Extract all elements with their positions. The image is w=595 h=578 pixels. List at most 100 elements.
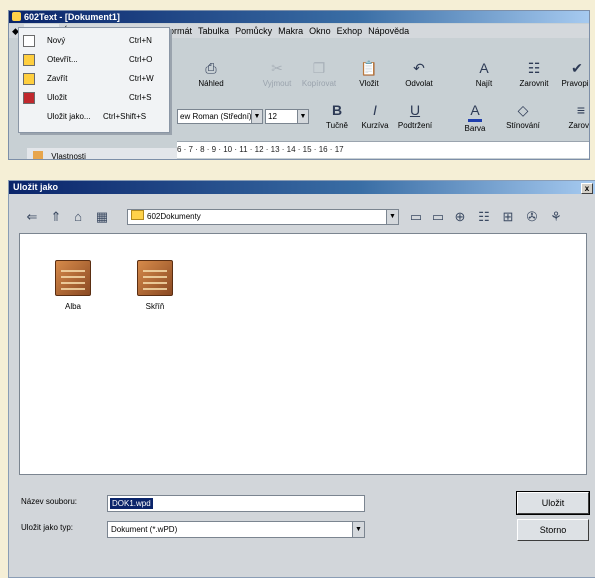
chevron-down-icon: ▼ — [251, 110, 262, 123]
columns-icon: ☷ — [527, 60, 541, 76]
italic-icon: I — [373, 102, 377, 118]
properties-view-icon[interactable]: ⊞ — [499, 209, 517, 225]
format-toolbar: ew Roman (Střední) ▼ 12 ▼ B Tučně I Kurzíva U P… — [177, 97, 589, 141]
close-document-icon — [23, 73, 35, 85]
toolbar-label: Stínování — [506, 121, 540, 130]
filename-value: DOK1.wpd — [110, 498, 153, 509]
file-menu-item-shortcut: Ctrl+W — [129, 74, 154, 83]
dialog-title: Uložit jako — [13, 182, 59, 192]
toolbar-label: Pravopis — [561, 79, 590, 88]
file-item-skrin[interactable]: Skříň — [130, 260, 180, 311]
file-menu-item-label: Uložit jako... — [47, 112, 91, 121]
undo-icon: ↶ — [413, 60, 425, 76]
underline-button[interactable]: U Podtržení — [395, 101, 435, 130]
preview-icon: ⎙ — [205, 60, 217, 76]
toolbar-label: Vložit — [359, 79, 379, 88]
file-menu-item[interactable]: Nový Ctrl+N — [19, 32, 169, 49]
shading-button[interactable]: ◇ Stínování — [503, 101, 543, 130]
toolbar-label: Tučně — [326, 121, 348, 130]
details-view-icon[interactable]: ☷ — [475, 209, 493, 225]
toolbar-label: Barva — [464, 124, 486, 133]
scissors-button[interactable]: ✂ Vyjmout — [255, 59, 299, 88]
italic-button[interactable]: I Kurzíva — [355, 101, 395, 130]
preview-view-icon[interactable]: ✇ — [523, 209, 541, 225]
cancel-button[interactable]: Storno — [517, 519, 589, 541]
toolbar-label: Zarovnit — [519, 79, 549, 88]
toolbar-label: Zarovn — [568, 121, 589, 130]
font-size-select[interactable]: 12 ▼ — [265, 109, 309, 124]
menu-makra[interactable]: Makra — [275, 24, 306, 38]
close-icon[interactable]: x — [581, 183, 593, 194]
new-document-icon — [23, 35, 35, 47]
file-item-alba[interactable]: Alba — [48, 260, 98, 311]
menu-okno[interactable]: Okno — [306, 24, 334, 38]
dialog-title-bar: Uložit jako x — [9, 181, 595, 194]
back-icon[interactable]: ⇐ — [23, 209, 41, 225]
save-button[interactable]: Uložit — [516, 491, 590, 515]
menu-exhop[interactable]: Exhop — [334, 24, 366, 38]
up-folder-icon[interactable]: ⇑ — [47, 209, 65, 225]
file-menu-item-label: Uložit — [47, 93, 68, 102]
undo-button[interactable]: ↶ Odvolat — [397, 59, 441, 88]
file-menu-item[interactable]: Uložit jako... Ctrl+Shift+S — [19, 108, 169, 125]
app-title-bar: 602Text - [Dokument1] — [9, 11, 589, 23]
paste-button[interactable]: 📋 Vložit — [347, 59, 391, 88]
filetype-label: Uložit jako typ: — [21, 523, 74, 532]
spellcheck-button[interactable]: ✔ Pravopis — [555, 59, 590, 88]
standard-toolbar: ⎙ Náhled ✂ Vyjmout ❐ Kopírovat 📋 Vložit ↶ Odvolat… — [177, 39, 589, 97]
bold-icon: B — [331, 102, 343, 118]
folder-list-icon[interactable]: ▭ — [429, 209, 447, 225]
chevron-down-icon: ▼ — [297, 110, 308, 123]
save-icon — [23, 92, 35, 104]
file-menu-item-label: Nový — [47, 36, 66, 45]
folder-icon — [131, 210, 144, 220]
open-folder-icon — [23, 54, 35, 66]
file-menu-item[interactable]: Zavřít Ctrl+W — [19, 70, 169, 87]
toolbar-label: Odvolat — [405, 79, 433, 88]
file-menu-item-shortcut: Ctrl+N — [129, 36, 152, 45]
file-menu-item-shortcut: Ctrl+S — [129, 93, 152, 102]
file-menu-properties[interactable]: Vlastnosti — [27, 148, 177, 159]
copy-button[interactable]: ❐ Kopírovat — [297, 59, 341, 88]
toolbar-label: Kopírovat — [301, 79, 337, 88]
preview-button[interactable]: ⎙ Náhled — [189, 59, 233, 88]
bold-button[interactable]: B Tučně — [317, 101, 357, 130]
find-button[interactable]: A Najít — [462, 59, 506, 88]
align-button[interactable]: ≡ Zarovn — [561, 101, 589, 130]
file-menu-item-shortcut: Ctrl+O — [129, 55, 153, 64]
menu-pomucky[interactable]: Pomůcky — [232, 24, 275, 38]
filename-input[interactable]: DOK1.wpd — [107, 495, 365, 512]
menu-tabulka[interactable]: Tabulka — [195, 24, 232, 38]
text-color-button[interactable]: A Barva — [455, 101, 495, 133]
filetype-value: Dokument (*.wPD) — [111, 525, 178, 534]
menu-napoveda[interactable]: Nápověda — [365, 24, 412, 38]
toolbar-label: Podtržení — [397, 121, 433, 130]
network-icon[interactable]: ⊕ — [451, 209, 469, 225]
view-grid-icon[interactable]: ▦ — [93, 209, 111, 225]
folder-path-select[interactable]: 602Dokumenty ▼ — [127, 209, 399, 225]
properties-icon — [33, 151, 43, 159]
ruler-marks: 6 · 7 · 8 · 9 · 10 · 11 · 12 · 13 · 14 ·… — [177, 145, 344, 154]
new-folder-icon[interactable]: ▭ — [407, 209, 425, 225]
align-icon: ≡ — [576, 102, 586, 118]
filetype-select[interactable]: Dokument (*.wPD) ▼ — [107, 521, 365, 538]
tools-icon[interactable]: ⚘ — [547, 209, 565, 225]
paste-icon: 📋 — [360, 60, 378, 76]
file-menu-item[interactable]: Uložit Ctrl+S — [19, 89, 169, 106]
font-name-select[interactable]: ew Roman (Střední) ▼ — [177, 109, 263, 124]
app-title: 602Text - [Dokument1] — [24, 12, 120, 22]
home-icon[interactable]: ⌂ — [69, 209, 87, 224]
copy-icon: ❐ — [312, 60, 326, 76]
602-document-icon — [55, 260, 91, 296]
app-logo-icon — [12, 12, 21, 21]
file-menu-item-shortcut: Ctrl+Shift+S — [103, 112, 147, 121]
folder-path-value: 602Dokumenty — [147, 212, 201, 221]
columns-button[interactable]: ☷ Zarovnit — [512, 59, 556, 88]
file-list[interactable]: Alba Skříň — [19, 233, 587, 475]
toolbar-label: Najít — [475, 79, 493, 88]
file-menu-item[interactable]: Otevřít... Ctrl+O — [19, 51, 169, 68]
toolbar-label: Kurzíva — [361, 121, 389, 130]
ruler[interactable]: 6 · 7 · 8 · 9 · 10 · 11 · 12 · 13 · 14 ·… — [177, 141, 589, 158]
chevron-down-icon: ▼ — [386, 210, 398, 224]
file-menu: Nový Ctrl+N Otevřít... Ctrl+O Zavřít Ctrl+W Ul… — [18, 27, 170, 133]
